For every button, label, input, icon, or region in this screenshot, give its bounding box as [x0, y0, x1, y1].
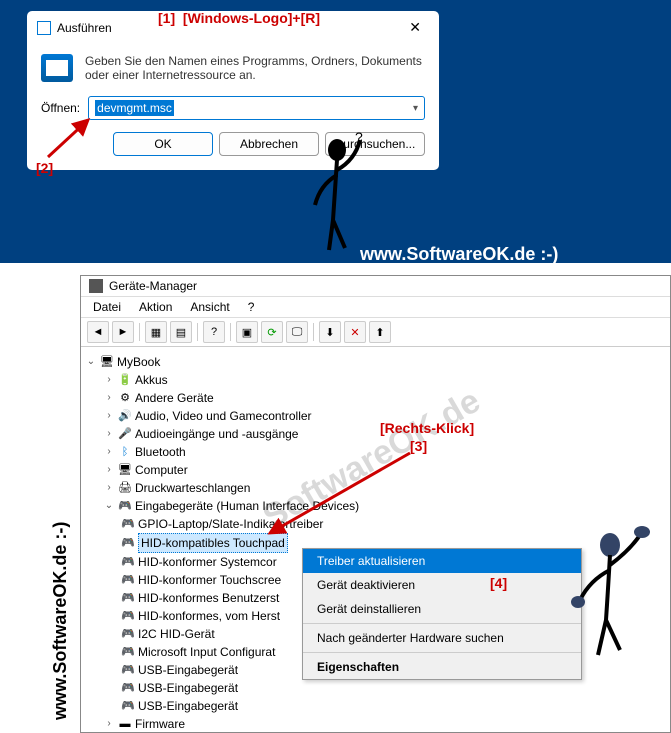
ctx-disable-device[interactable]: Gerät deaktivieren: [303, 573, 581, 597]
menubar: Datei Aktion Ansicht ?: [81, 297, 670, 318]
watermark-side: www.SoftwareOK.de :-): [50, 522, 71, 720]
tree-item[interactable]: 🎮USB-Eingabegerät: [85, 697, 666, 715]
close-icon[interactable]: ✕: [401, 17, 429, 38]
collapse-icon[interactable]: ⌄: [85, 353, 97, 371]
audio-in-icon: 🎤: [118, 427, 132, 441]
ctx-properties[interactable]: Eigenschaften: [303, 655, 581, 679]
annotation-2: [2]: [36, 160, 53, 176]
tree-item[interactable]: ›🔊Audio, Video und Gamecontroller: [85, 407, 666, 425]
hid-icon: 🎮: [121, 517, 135, 531]
install-icon[interactable]: ⬆: [369, 321, 391, 343]
device-icon: ⚙: [118, 391, 132, 405]
thinking-figure-icon: ?: [305, 130, 385, 282]
svg-text:?: ?: [355, 130, 363, 145]
hid-icon: 🎮: [121, 555, 135, 569]
bluetooth-icon: ᛒ: [118, 445, 132, 459]
tree-item[interactable]: ›🔋Akkus: [85, 371, 666, 389]
arrow-icon: [260, 445, 420, 545]
open-combobox[interactable]: devmgmt.msc ▾: [88, 96, 425, 120]
tree-item[interactable]: ›▬Firmware: [85, 715, 666, 733]
run-app-icon: [41, 54, 73, 82]
firmware-icon: ▬: [118, 717, 132, 731]
run-title-text: Ausführen: [57, 21, 112, 35]
chevron-down-icon[interactable]: ▾: [413, 103, 418, 114]
hid-icon: 🎮: [121, 627, 135, 641]
menu-view[interactable]: Ansicht: [182, 298, 237, 316]
ctx-scan-hardware[interactable]: Nach geänderter Hardware suchen: [303, 626, 581, 650]
arrow-icon: [40, 112, 100, 162]
watermark-top: www.SoftwareOK.de :-): [360, 244, 558, 265]
hid-icon: 🎮: [121, 663, 135, 677]
audio-icon: 🔊: [118, 409, 132, 423]
show-hide-icon[interactable]: ▦: [145, 321, 167, 343]
update-icon[interactable]: ⟳: [261, 321, 283, 343]
battery-icon: 🔋: [118, 373, 132, 387]
collapse-icon[interactable]: ⌄: [103, 497, 115, 515]
annotation-1: [1] [Windows-Logo]+[R]: [158, 10, 320, 26]
toolbar: ◄ ► ▦ ▤ ? ▣ ⟳ 🖵 ⬇ ✕ ⬆: [81, 318, 670, 347]
forward-icon[interactable]: ►: [112, 321, 134, 343]
back-icon[interactable]: ◄: [87, 321, 109, 343]
hid-icon: 🎮: [121, 573, 135, 587]
hid-icon: 🎮: [121, 609, 135, 623]
menu-file[interactable]: Datei: [85, 298, 129, 316]
hid-icon: 🎮: [121, 645, 135, 659]
ctx-uninstall-device[interactable]: Gerät deinstallieren: [303, 597, 581, 621]
ctx-update-driver[interactable]: Treiber aktualisieren: [303, 549, 581, 573]
monitor-icon[interactable]: 🖵: [286, 321, 308, 343]
climbing-figure-icon: [560, 520, 660, 690]
devmgr-title-text: Geräte-Manager: [109, 279, 197, 293]
hid-icon: 🎮: [121, 699, 135, 713]
printer-icon: 🖨: [118, 481, 132, 495]
cancel-button[interactable]: Abbrechen: [219, 132, 319, 156]
computer-icon: 🖥: [118, 463, 132, 477]
disable-icon[interactable]: ⬇: [319, 321, 341, 343]
help-icon[interactable]: ?: [203, 321, 225, 343]
run-description: Geben Sie den Namen eines Programms, Ord…: [85, 54, 425, 82]
scan-icon[interactable]: ▣: [236, 321, 258, 343]
hid-icon: 🎮: [121, 536, 135, 550]
annotation-3: [3]: [410, 438, 427, 454]
run-icon: [37, 21, 51, 35]
props-icon[interactable]: ▤: [170, 321, 192, 343]
ok-button[interactable]: OK: [113, 132, 213, 156]
menu-action[interactable]: Aktion: [131, 298, 180, 316]
tree-root[interactable]: ⌄ 🖥 MyBook: [85, 353, 666, 371]
context-menu: Treiber aktualisieren Gerät deaktivieren…: [302, 548, 582, 680]
annotation-4: [4]: [490, 575, 507, 591]
open-value: devmgmt.msc: [95, 100, 174, 116]
annotation-3-text: [Rechts-Klick]: [380, 420, 474, 436]
hid-icon: 🎮: [121, 681, 135, 695]
hid-icon: 🎮: [118, 499, 132, 513]
devmgr-icon: [89, 279, 103, 293]
uninstall-icon[interactable]: ✕: [344, 321, 366, 343]
menu-help[interactable]: ?: [240, 298, 263, 316]
computer-icon: 🖥: [100, 355, 114, 369]
tree-item[interactable]: ›⚙Andere Geräte: [85, 389, 666, 407]
hid-icon: 🎮: [121, 591, 135, 605]
